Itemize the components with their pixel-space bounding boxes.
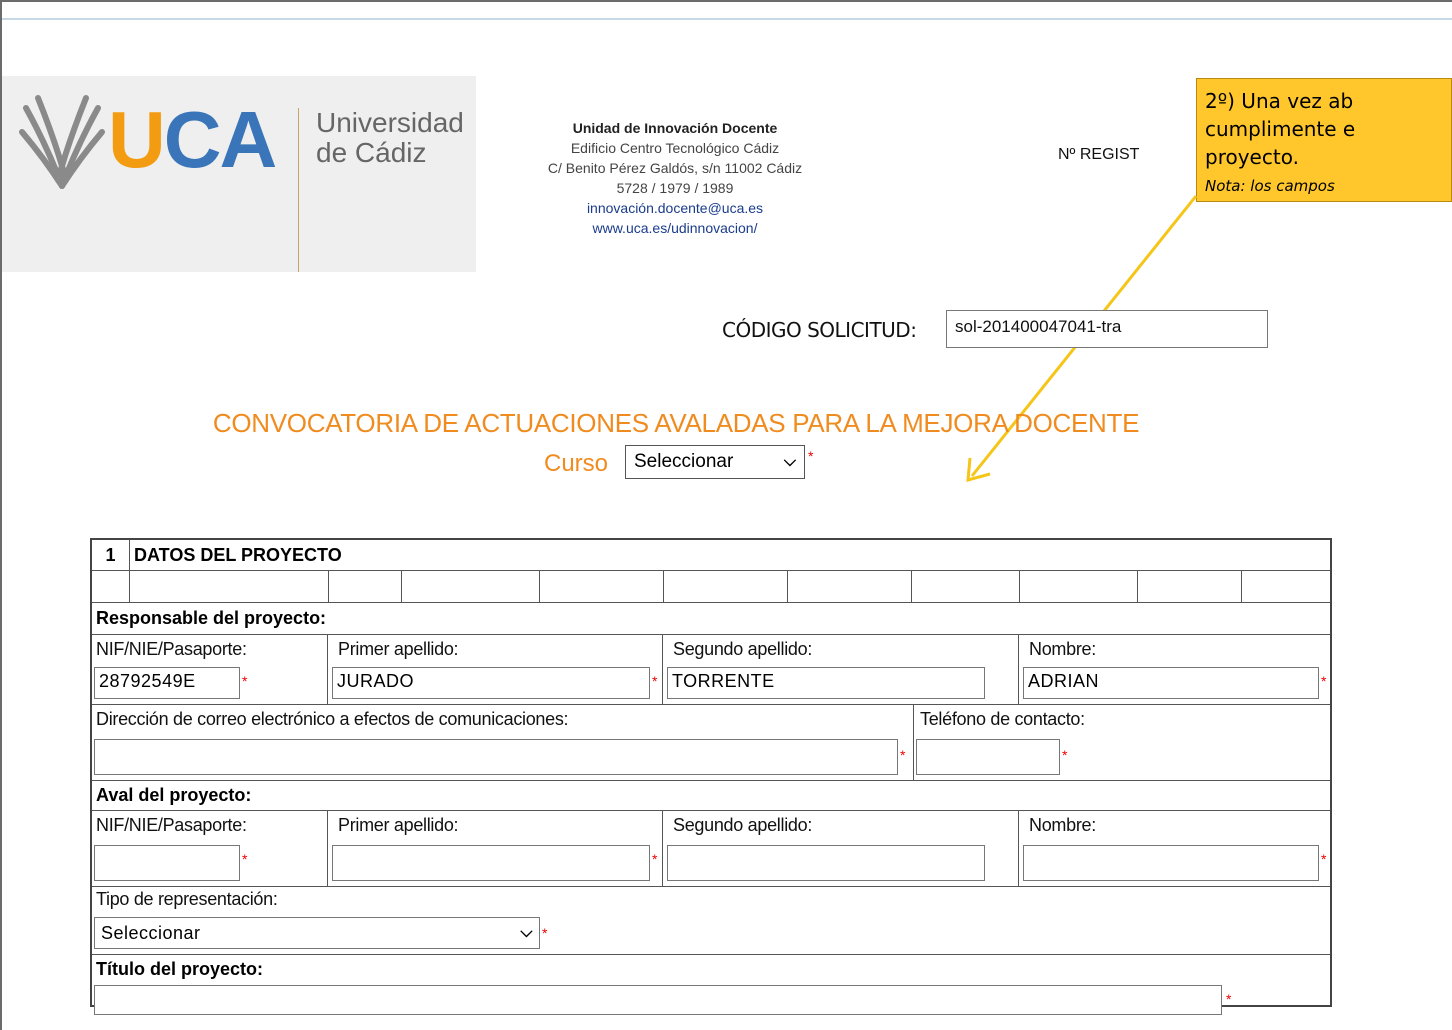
grid-cell	[912, 571, 1020, 602]
required-mark: *	[1321, 673, 1327, 689]
contact-row: Dirección de correo electrónico a efecto…	[92, 705, 1330, 781]
aval-title: Aval del proyecto:	[92, 781, 1330, 811]
aval-primer-cell: Primer apellido: *	[328, 811, 663, 886]
tipo-label: Tipo de representación:	[96, 889, 278, 909]
responsable-segundo-cell: Segundo apellido: TORRENTE	[663, 635, 1019, 704]
required-mark: *	[808, 448, 814, 464]
university-line1: Universidad	[316, 107, 464, 138]
nombre-label: Nombre:	[1029, 815, 1096, 835]
required-mark: *	[242, 673, 248, 689]
aval-segundo-apellido-input[interactable]	[667, 845, 985, 881]
required-mark: *	[652, 673, 658, 689]
tipo-select-value: Seleccionar	[101, 922, 201, 943]
tipo-row: Tipo de representación: Seleccionar ⌵ *	[92, 887, 1330, 955]
curso-label: Curso	[544, 450, 609, 477]
grid-cell	[402, 571, 540, 602]
datos-proyecto-table: 1 DATOS DEL PROYECTO Responsable del pro…	[90, 538, 1332, 1015]
curso-select-value: Seleccionar	[634, 451, 734, 472]
aval-segundo-cell: Segundo apellido:	[663, 811, 1019, 886]
unit-line-3: 5728 / 1979 / 1989	[616, 180, 734, 196]
responsable-title: Responsable del proyecto:	[92, 603, 1330, 635]
codigo-solicitud-input[interactable]: sol-201400047041-tra	[946, 310, 1268, 348]
aval-nombre-input[interactable]	[1023, 845, 1319, 881]
nif-label: NIF/NIE/Pasaporte:	[96, 815, 247, 835]
primer-apellido-label: Primer apellido:	[338, 639, 459, 659]
curso-select[interactable]: Seleccionar ⌵	[625, 445, 805, 479]
unit-line-2: C/ Benito Pérez Galdós, s/n 11002 Cádiz	[547, 160, 803, 176]
unit-title: Unidad de Innovación Docente	[572, 120, 778, 136]
email-input[interactable]	[94, 739, 898, 775]
grid-cell	[788, 571, 912, 602]
responsable-primer-apellido-input[interactable]: JURADO	[332, 667, 650, 699]
codigo-solicitud-label: CÓDIGO SOLICITUD:	[722, 318, 917, 342]
required-mark: *	[242, 851, 248, 867]
required-mark: *	[900, 747, 906, 763]
required-mark: *	[652, 851, 658, 867]
callout-line-3: proyecto.	[1205, 145, 1299, 169]
grid-cell	[130, 571, 329, 602]
required-mark: *	[1062, 747, 1068, 763]
nif-label: NIF/NIE/Pasaporte:	[96, 639, 247, 659]
required-mark: *	[1226, 991, 1232, 1007]
tipo-representacion-select[interactable]: Seleccionar ⌵	[94, 917, 540, 949]
responsable-fields-row: NIF/NIE/Pasaporte: 28792549E * Primer ap…	[92, 635, 1330, 705]
grid-cell	[1020, 571, 1138, 602]
email-label: Dirección de correo electrónico a efecto…	[96, 709, 569, 729]
aval-nombre-cell: Nombre: *	[1019, 811, 1330, 886]
section-title: DATOS DEL PROYECTO	[134, 545, 342, 565]
university-line2: de Cádiz	[316, 137, 427, 168]
responsable-nif-input[interactable]: 28792549E	[94, 667, 240, 699]
grid-cell	[92, 571, 130, 602]
unit-email-link[interactable]: innovación.docente@uca.es	[500, 198, 850, 218]
unit-line-1: Edificio Centro Tecnológico Cádiz	[570, 140, 780, 156]
unit-contact-block: Unidad de Innovación Docente Edificio Ce…	[500, 118, 850, 238]
responsable-segundo-apellido-input[interactable]: TORRENTE	[667, 667, 985, 699]
titulo-input[interactable]	[94, 985, 1222, 1015]
telefono-cell: Teléfono de contacto: *	[914, 705, 1330, 780]
uca-logo-text: UCA	[108, 95, 277, 184]
callout-note: Nota: los campos	[1205, 177, 1335, 195]
chevron-down-icon: ⌵	[783, 453, 796, 470]
callout-line-2: cumplimente e	[1205, 117, 1356, 141]
section-header-row: 1 DATOS DEL PROYECTO	[92, 540, 1330, 571]
responsable-nif-cell: NIF/NIE/Pasaporte: 28792549E *	[92, 635, 328, 704]
segundo-apellido-label: Segundo apellido:	[673, 639, 813, 659]
required-mark: *	[1321, 851, 1327, 867]
telefono-label: Teléfono de contacto:	[920, 709, 1085, 729]
primer-apellido-label: Primer apellido:	[338, 815, 459, 835]
email-cell: Dirección de correo electrónico a efecto…	[92, 705, 914, 780]
grid-cell	[540, 571, 664, 602]
aval-fields-row: NIF/NIE/Pasaporte: * Primer apellido: * …	[92, 811, 1330, 887]
empty-grid-row	[92, 571, 1330, 603]
nombre-label: Nombre:	[1029, 639, 1096, 659]
telefono-input[interactable]	[916, 739, 1060, 775]
required-mark: *	[542, 925, 548, 941]
unit-website-link[interactable]: www.uca.es/udinnovacion/	[500, 218, 850, 238]
aval-primer-apellido-input[interactable]	[332, 845, 650, 881]
chevron-down-icon: ⌵	[520, 924, 533, 941]
responsable-primer-cell: Primer apellido: JURADO *	[328, 635, 663, 704]
grid-cell	[1138, 571, 1242, 602]
responsable-nombre-cell: Nombre: ADRIAN *	[1019, 635, 1330, 704]
titulo-label: Título del proyecto:	[96, 959, 264, 979]
titulo-row: Título del proyecto: *	[92, 955, 1330, 1015]
university-name: Universidad de Cádiz	[316, 108, 464, 168]
section-number: 1	[92, 540, 130, 570]
top-rule	[2, 18, 1452, 20]
aval-nif-input[interactable]	[94, 845, 240, 881]
callout-line-1: 2º) Una vez ab	[1205, 89, 1354, 113]
registro-label: Nº REGIST	[1058, 146, 1140, 163]
convocatoria-title: CONVOCATORIA DE ACTUACIONES AVALADAS PAR…	[212, 408, 1140, 438]
aval-nif-cell: NIF/NIE/Pasaporte: *	[92, 811, 328, 886]
logo-divider	[298, 108, 299, 272]
instruction-callout: 2º) Una vez ab cumplimente e proyecto. N…	[1196, 78, 1452, 202]
segundo-apellido-label: Segundo apellido:	[673, 815, 813, 835]
uca-emblem-icon	[19, 95, 105, 189]
grid-cell	[329, 571, 402, 602]
grid-cell	[664, 571, 788, 602]
responsable-nombre-input[interactable]: ADRIAN	[1023, 667, 1319, 699]
